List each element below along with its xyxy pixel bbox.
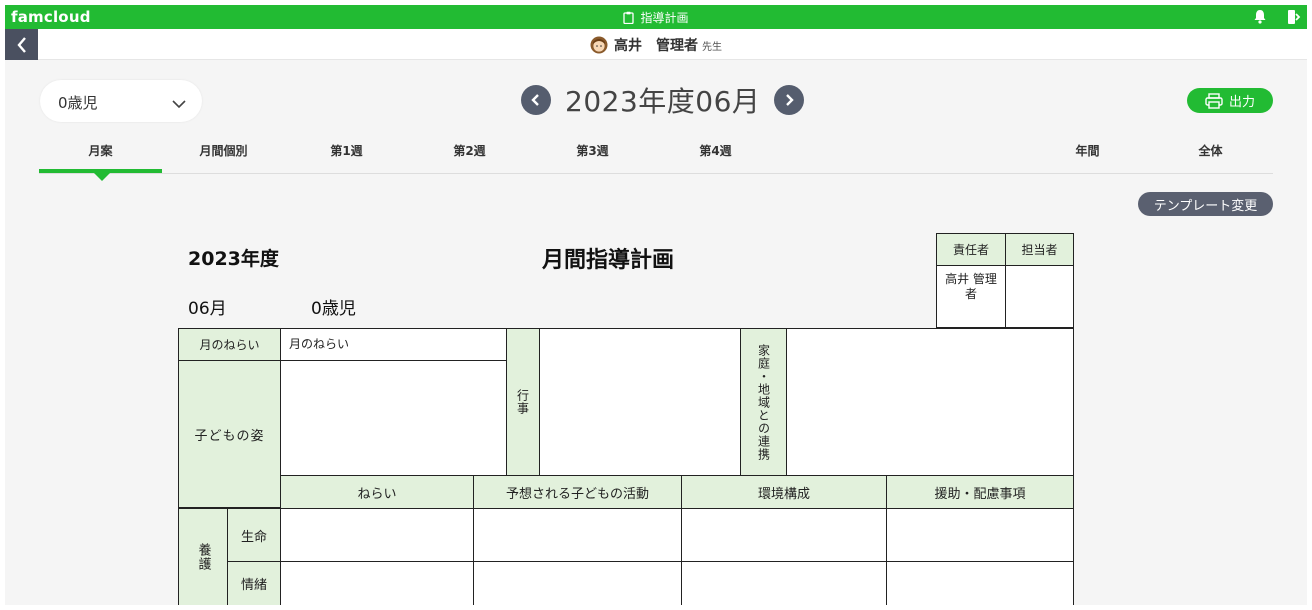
- tab-monthly-individual[interactable]: 月間個別: [162, 142, 285, 170]
- month-label: 2023年度06月: [565, 85, 761, 118]
- monthly-aim-field[interactable]: 月のねらい: [280, 328, 507, 361]
- doc-month: 06月: [188, 299, 227, 319]
- print-button-label: 出力: [1228, 95, 1255, 110]
- tab-week-1[interactable]: 第1週: [285, 142, 408, 170]
- cell-emotion-activity[interactable]: [473, 561, 682, 605]
- age-select-value: 0歳児: [58, 94, 98, 112]
- doc-year: 2023年度: [188, 248, 279, 270]
- monthly-plan-document: 2023年度 月間指導計画 06月 0歳児 責任者 担当者 高井 管理者 月のね…: [178, 232, 1074, 605]
- child-state-field[interactable]: [280, 360, 507, 476]
- plan-tabs: 月案 月間個別 第1週 第2週 第3週 第4週 年間 全体: [39, 134, 1273, 174]
- print-button[interactable]: 出力: [1187, 88, 1273, 113]
- chevron-left-icon: [531, 94, 539, 106]
- app-title-text: 指導計画: [640, 11, 689, 25]
- col-header-activity: 予想される子どもの活動: [473, 475, 682, 509]
- chevron-right-icon: [786, 94, 795, 106]
- main-panel: 0歳児 2023年度06月 出力 月案 月間個別 第1週 第2週 第3週 第4週…: [5, 60, 1307, 605]
- monthly-aim-label: 月のねらい: [178, 328, 281, 361]
- chevron-down-icon: [172, 94, 186, 113]
- family-label: 家庭・地域との連携: [740, 328, 787, 476]
- tab-monthly-plan[interactable]: 月案: [39, 142, 162, 173]
- user-bar: 高井 管理者 先生: [5, 29, 1307, 60]
- tab-week-4[interactable]: 第4週: [654, 142, 777, 170]
- care-label: 養護: [178, 508, 228, 605]
- logout-icon[interactable]: [1287, 9, 1301, 29]
- events-label-text: 行事: [515, 389, 530, 415]
- responsible-header: 責任者: [936, 233, 1006, 266]
- col-header-aim: ねらい: [280, 475, 474, 509]
- charge-value[interactable]: [1005, 265, 1074, 328]
- tab-overall[interactable]: 全体: [1149, 142, 1272, 170]
- tab-week-3[interactable]: 第3週: [531, 142, 654, 170]
- col-header-support: 援助・配慮事項: [886, 475, 1074, 509]
- col-header-environment: 環境構成: [681, 475, 887, 509]
- responsible-value[interactable]: 高井 管理者: [936, 265, 1006, 328]
- age-select[interactable]: 0歳児: [40, 80, 202, 122]
- child-state-label: 子どもの姿: [178, 360, 281, 508]
- cell-emotion-environment[interactable]: [681, 561, 887, 605]
- template-change-button[interactable]: テンプレート変更: [1138, 192, 1273, 216]
- prev-month-button[interactable]: [521, 85, 551, 115]
- events-label: 行事: [506, 328, 540, 476]
- tab-week-2[interactable]: 第2週: [408, 142, 531, 170]
- doc-age: 0歳児: [311, 299, 356, 319]
- next-month-button[interactable]: [774, 85, 805, 115]
- row-label-life: 生命: [227, 508, 281, 562]
- bell-icon[interactable]: [1253, 9, 1267, 28]
- family-field[interactable]: [786, 328, 1074, 476]
- events-field[interactable]: [539, 328, 741, 476]
- active-tab-indicator: [93, 172, 111, 181]
- user-suffix: 先生: [702, 42, 722, 53]
- user-name: 高井 管理者: [614, 38, 698, 54]
- charge-header: 担当者: [1005, 233, 1074, 266]
- cell-life-support[interactable]: [886, 508, 1074, 562]
- month-navigator: 2023年度06月: [521, 82, 805, 118]
- doc-title: 月間指導計画: [542, 248, 675, 273]
- cell-life-aim[interactable]: [280, 508, 474, 562]
- tab-annual[interactable]: 年間: [1026, 142, 1149, 170]
- current-user: 高井 管理者 先生: [5, 35, 1307, 55]
- avatar-icon: [590, 36, 608, 54]
- family-label-text: 家庭・地域との連携: [756, 343, 771, 461]
- cell-life-activity[interactable]: [473, 508, 682, 562]
- row-label-emotion: 情緒: [227, 561, 281, 605]
- app-header-bar: famcloud 指導計画: [5, 5, 1307, 29]
- cell-emotion-aim[interactable]: [280, 561, 474, 605]
- app-title: 指導計画: [5, 9, 1307, 27]
- printer-icon: [1205, 92, 1223, 109]
- cell-emotion-support[interactable]: [886, 561, 1074, 605]
- clipboard-icon: [623, 11, 635, 27]
- care-label-text: 養護: [195, 543, 211, 571]
- cell-life-environment[interactable]: [681, 508, 887, 562]
